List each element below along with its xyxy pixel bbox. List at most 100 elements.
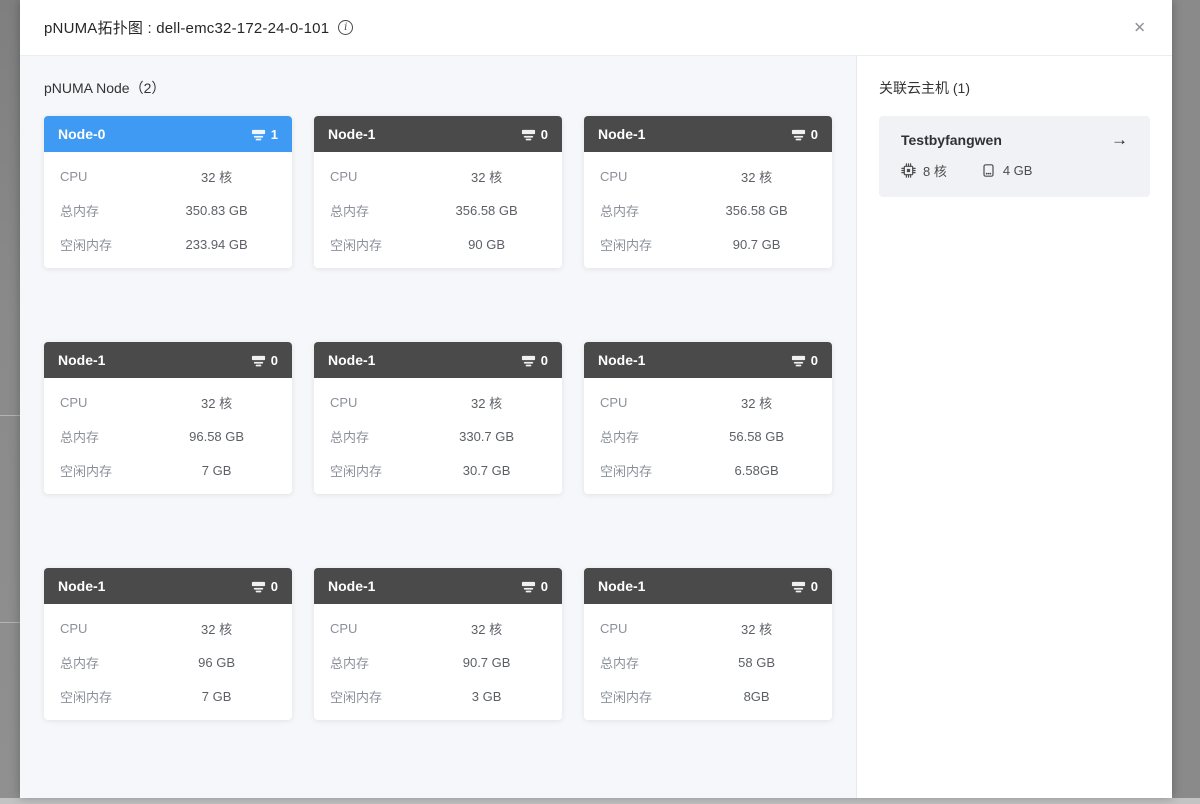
info-icon[interactable]: i (338, 20, 353, 35)
stat-row-total-memory: 总内存 96 GB (60, 645, 276, 679)
pnuma-node-card[interactable]: Node-1 0 CPU 32 核 总内存 58 GB (584, 568, 832, 720)
stat-value: 90.7 GB (427, 655, 546, 670)
stat-value: 32 核 (157, 393, 276, 412)
modal-title: pNUMA拓扑图 : dell-emc32-172-24-0-101 (44, 17, 329, 38)
pnuma-node-card[interactable]: Node-1 0 CPU 32 核 总内存 356.58 (584, 116, 832, 268)
modal-header: pNUMA拓扑图 : dell-emc32-172-24-0-101 i ✕ (20, 0, 1172, 56)
node-card-header: Node-1 0 (314, 568, 562, 604)
vm-count-value: 0 (811, 353, 818, 368)
node-name: Node-1 (598, 578, 645, 594)
associated-host-card[interactable]: Testbyfangwen → 8 核 4 GB (879, 116, 1150, 197)
pnuma-node-card[interactable]: Node-1 0 CPU 32 核 总内存 96 GB (44, 568, 292, 720)
vm-count-value: 1 (271, 127, 278, 142)
stat-row-cpu: CPU 32 核 (60, 611, 276, 645)
arrow-right-icon[interactable]: → (1111, 131, 1128, 148)
desktop-background-bottom (0, 798, 1200, 804)
stat-label: 空闲内存 (330, 235, 427, 254)
stat-row-total-memory: 总内存 350.83 GB (60, 193, 276, 227)
node-card-body: CPU 32 核 总内存 330.7 GB 空闲内存 30.7 GB (314, 378, 562, 487)
pnuma-node-card[interactable]: Node-1 0 CPU 32 核 总内存 56.58 (584, 342, 832, 494)
stat-label: 空闲内存 (330, 461, 427, 480)
stat-label: CPU (600, 169, 697, 184)
pnuma-node-card[interactable]: Node-0 1 CPU 32 核 总内存 350.83 (44, 116, 292, 268)
stat-label: 总内存 (330, 201, 427, 220)
stat-row-total-memory: 总内存 356.58 GB (600, 193, 816, 227)
pnuma-node-card[interactable]: Node-1 0 CPU 32 核 总内存 90.7 G (314, 568, 562, 720)
stat-value: 32 核 (427, 167, 546, 186)
stat-row-cpu: CPU 32 核 (600, 159, 816, 193)
stat-label: 空闲内存 (60, 461, 157, 480)
stat-value: 58 GB (697, 655, 816, 670)
node-card-body: CPU 32 核 总内存 56.58 GB 空闲内存 6.58GB (584, 378, 832, 487)
stat-row-total-memory: 总内存 90.7 GB (330, 645, 546, 679)
node-name: Node-1 (58, 352, 105, 368)
memory-icon (981, 163, 996, 178)
stat-label: CPU (600, 395, 697, 410)
stat-value: 356.58 GB (697, 203, 816, 218)
stat-label: 总内存 (60, 427, 157, 446)
vm-count-badge: 1 (251, 127, 278, 142)
node-name: Node-1 (328, 578, 375, 594)
node-card-header: Node-1 0 (584, 568, 832, 604)
node-card-header: Node-1 0 (314, 116, 562, 152)
stat-row-total-memory: 总内存 356.58 GB (330, 193, 546, 227)
stat-value: 30.7 GB (427, 463, 546, 478)
stat-value: 356.58 GB (427, 203, 546, 218)
node-card-body: CPU 32 核 总内存 58 GB 空闲内存 8GB (584, 604, 832, 713)
stat-label: 总内存 (600, 653, 697, 672)
stat-row-cpu: CPU 32 核 (330, 159, 546, 193)
vm-monitor-icon (791, 579, 806, 594)
stat-row-free-memory: 空闲内存 233.94 GB (60, 227, 276, 261)
vm-monitor-icon (521, 353, 536, 368)
stat-label: 空闲内存 (600, 235, 697, 254)
desktop-background-right (1172, 0, 1200, 798)
node-name: Node-1 (598, 352, 645, 368)
associated-hosts-title: 关联云主机 (1) (879, 78, 1150, 98)
vm-monitor-icon (251, 127, 266, 142)
stat-value: 350.83 GB (157, 203, 276, 218)
vm-monitor-icon (791, 127, 806, 142)
stat-row-free-memory: 空闲内存 7 GB (60, 679, 276, 713)
vm-count-value: 0 (271, 353, 278, 368)
vm-count-value: 0 (541, 127, 548, 142)
stat-value: 96.58 GB (157, 429, 276, 444)
modal-body: pNUMA Node（2） Node-0 1 CPU 32 核 (20, 56, 1172, 798)
vm-monitor-icon (251, 579, 266, 594)
pnuma-node-card[interactable]: Node-1 0 CPU 32 核 总内存 356.58 (314, 116, 562, 268)
vm-count-badge: 0 (521, 353, 548, 368)
stat-label: CPU (60, 395, 157, 410)
vm-count-badge: 0 (791, 353, 818, 368)
stat-row-free-memory: 空闲内存 3 GB (330, 679, 546, 713)
stat-row-free-memory: 空闲内存 30.7 GB (330, 453, 546, 487)
pnuma-node-section-title: pNUMA Node（2） (44, 78, 832, 98)
pnuma-node-card[interactable]: Node-1 0 CPU 32 核 总内存 330.7 (314, 342, 562, 494)
stat-row-free-memory: 空闲内存 90.7 GB (600, 227, 816, 261)
desktop-background-left (0, 0, 20, 798)
node-name: Node-1 (328, 126, 375, 142)
stat-label: CPU (60, 621, 157, 636)
close-icon[interactable]: ✕ (1129, 16, 1150, 39)
vm-monitor-icon (521, 579, 536, 594)
pnuma-node-card[interactable]: Node-1 0 CPU 32 核 总内存 96.58 (44, 342, 292, 494)
stat-value: 330.7 GB (427, 429, 546, 444)
node-card-header: Node-1 0 (584, 342, 832, 378)
stat-value: 7 GB (157, 463, 276, 478)
stat-label: 总内存 (600, 427, 697, 446)
stat-value: 56.58 GB (697, 429, 816, 444)
node-name: Node-1 (598, 126, 645, 142)
stat-value: 32 核 (427, 619, 546, 638)
stat-row-total-memory: 总内存 330.7 GB (330, 419, 546, 453)
node-name: Node-0 (58, 126, 105, 142)
stat-row-free-memory: 空闲内存 7 GB (60, 453, 276, 487)
node-card-body: CPU 32 核 总内存 96.58 GB 空闲内存 7 GB (44, 378, 292, 487)
stat-label: 空闲内存 (600, 461, 697, 480)
stat-label: CPU (60, 169, 157, 184)
node-card-body: CPU 32 核 总内存 96 GB 空闲内存 7 GB (44, 604, 292, 713)
stat-row-cpu: CPU 32 核 (600, 611, 816, 645)
stat-value: 233.94 GB (157, 237, 276, 252)
vm-count-value: 0 (811, 579, 818, 594)
stat-row-total-memory: 总内存 56.58 GB (600, 419, 816, 453)
stat-label: CPU (330, 621, 427, 636)
node-card-header: Node-1 0 (584, 116, 832, 152)
node-name: Node-1 (58, 578, 105, 594)
